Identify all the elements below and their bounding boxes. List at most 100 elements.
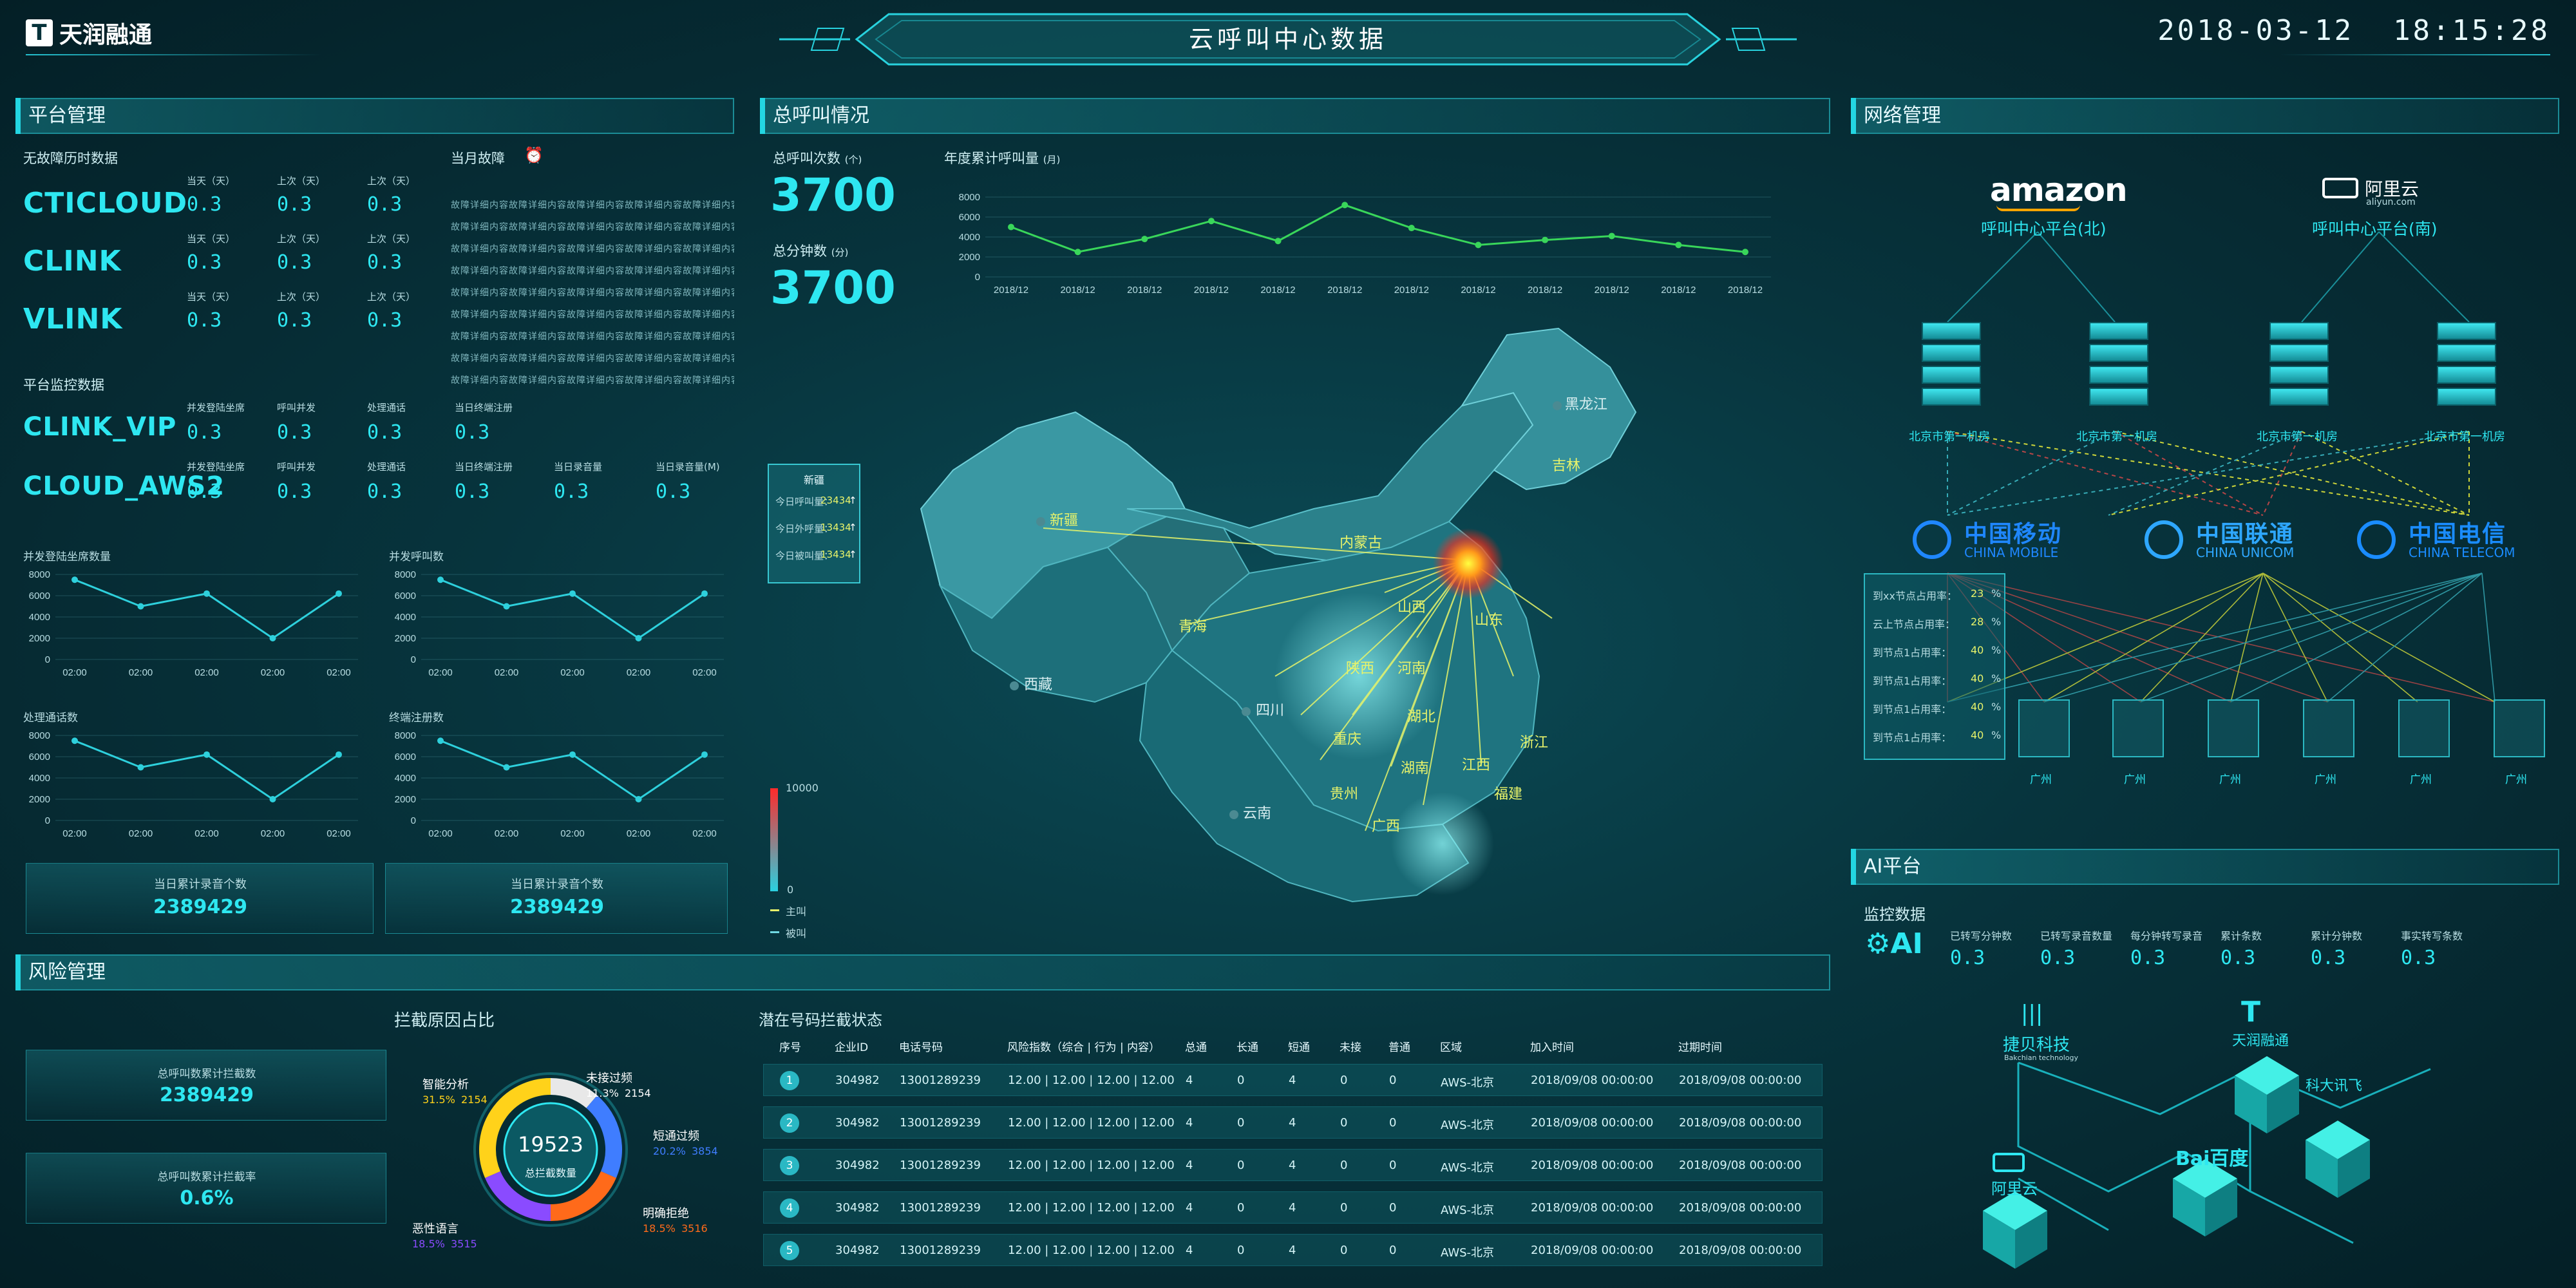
year-call-chart: 8000 6000 4000 2000 0 2018/12 2018/12 2018/12 20… [959, 192, 1771, 296]
monitor-label: 当日录音量 [554, 461, 603, 473]
table-cell: 4 [1289, 1201, 1296, 1215]
no-fault-title: 无故障历时数据 [23, 151, 118, 166]
switch-icon [2112, 699, 2164, 757]
system-col-label: 上次（天） [367, 175, 416, 187]
server-label: 北京市第一机房 [2076, 430, 2157, 444]
risk-total-label: 总呼叫数累计拦截数 [157, 1068, 256, 1081]
y-tick-label: 8000 [395, 730, 416, 741]
svg-text:山西: 山西 [1397, 599, 1426, 615]
table-cell: 304982 [835, 1244, 880, 1257]
system-value: 0.3 [367, 193, 402, 216]
data-point [1208, 218, 1215, 225]
donut-count: 3516 [681, 1222, 708, 1235]
server-unit [1922, 366, 1981, 384]
total-calls-label: 总呼叫次数 (个) [773, 151, 862, 166]
risk-total-value: 2389429 [159, 1084, 254, 1106]
usage-value: 40 [1971, 672, 1984, 685]
data-point [701, 751, 708, 758]
ai-metric-value: 0.3 [2311, 947, 2346, 969]
total-record-card-1: 当日累计录音个数 2389429 [26, 863, 374, 934]
x-tick-label: 02:00 [129, 828, 153, 839]
data-point [269, 635, 276, 641]
row-index-badge: 5 [780, 1241, 799, 1260]
usage-value: 40 [1971, 729, 1984, 741]
row-index-badge: 2 [780, 1113, 799, 1133]
switch-label: 广州 [2030, 773, 2052, 786]
monitor-value: 0.3 [277, 480, 312, 503]
table-cell: 2018/09/08 00:00:00 [1679, 1074, 1802, 1087]
x-tick-label: 2018/12 [1728, 285, 1763, 296]
row-index-badge: 1 [780, 1071, 799, 1090]
total-minutes-label: 总分钟数 (分) [773, 243, 849, 259]
monitor-label: 并发登陆坐席 [187, 461, 245, 473]
usage-value: 40 [1971, 701, 1984, 713]
usage-panel: 到xx节点占用率： 23% 云上节点占用率： 28% 到节点1占用率： 40% 到节点1占用… [1864, 573, 2005, 760]
server-unit [2089, 388, 2148, 406]
table-row[interactable]: 3 304982 13001289239 12.00 | 12.00 | 12.00 … [763, 1149, 1823, 1181]
partner-tianrun: 天润融通 [2232, 1033, 2289, 1049]
data-point [1608, 232, 1615, 240]
x-tick-label: 02:00 [495, 667, 519, 678]
x-tick-label: 2018/12 [1461, 285, 1495, 296]
y-tick-label: 2000 [395, 633, 416, 644]
table-cell: 0 [1340, 1074, 1348, 1087]
data-point [1074, 249, 1081, 256]
y-tick-label: 0 [411, 815, 416, 826]
table-cell: 12.00 | 12.00 | 12.00 | 12.00 [1008, 1074, 1175, 1087]
svg-text:湖北: 湖北 [1407, 708, 1435, 724]
table-row[interactable]: 5 304982 13001289239 12.00 | 12.00 | 12.00 … [763, 1234, 1823, 1266]
switch-icon [2398, 699, 2450, 757]
fault-line: 故障详细内容故障详细内容故障详细内容故障详细内容故障详细内容故障 [451, 288, 734, 298]
table-cell: 2018/09/08 00:00:00 [1679, 1159, 1802, 1172]
server-icon [1919, 322, 1984, 419]
table-header: 过期时间 [1678, 1041, 1722, 1054]
mini-chart-title: 终端注册数 [389, 712, 444, 724]
series-line [74, 578, 339, 639]
partner-jiebei: 捷贝科技 [2003, 1036, 2070, 1055]
y-tick-label: 6000 [29, 752, 50, 762]
usage-value: 28 [1971, 616, 1984, 628]
table-row[interactable]: 2 304982 13001289239 12.00 | 12.00 | 12.00 … [763, 1106, 1823, 1139]
carrier-2-icon [2145, 520, 2183, 559]
table-cell: 0 [1389, 1074, 1397, 1087]
system-col-label: 上次（天） [277, 175, 326, 187]
risk-header: 风险管理 [15, 954, 1830, 990]
data-point [71, 576, 78, 583]
svg-text:吉林: 吉林 [1552, 457, 1580, 473]
usage-label: 到节点1占用率： [1873, 703, 1952, 715]
ai-metric-label: 每分钟转写录音 [2130, 930, 2203, 942]
server-unit [2269, 366, 2329, 384]
table-header: 加入时间 [1530, 1041, 1574, 1054]
platform-header: 平台管理 [15, 98, 734, 134]
table-row[interactable]: 4 304982 13001289239 12.00 | 12.00 | 12.00 … [763, 1191, 1823, 1224]
table-row[interactable]: 1 304982 13001289239 12.00 | 12.00 | 12.00 … [763, 1064, 1823, 1096]
table-header: 电话号码 [899, 1041, 943, 1054]
header-line-right [2280, 54, 2550, 55]
y-tick-label: 6000 [395, 752, 416, 762]
table-cell: 13001289239 [900, 1116, 981, 1130]
table-header: 短通 [1288, 1041, 1310, 1054]
y-tick-label: 8000 [395, 569, 416, 580]
data-point [1675, 242, 1682, 249]
fault-line: 故障详细内容故障详细内容故障详细内容故障详细内容故障详细内容故障 [451, 354, 734, 364]
switch-icon [2494, 699, 2545, 757]
server-unit [2437, 322, 2496, 340]
table-cell: 12.00 | 12.00 | 12.00 | 12.00 [1008, 1244, 1175, 1257]
table-header: 未接 [1340, 1041, 1361, 1054]
data-point [569, 751, 576, 758]
monitor-label: 当日录音量(M) [656, 461, 720, 473]
network-header: 网络管理 [1851, 98, 2559, 134]
y-tick-label: 4000 [29, 612, 50, 623]
svg-text:河南: 河南 [1397, 660, 1426, 676]
total-minutes-value: 3700 [770, 261, 896, 314]
table-cell: 12.00 | 12.00 | 12.00 | 12.00 [1008, 1116, 1175, 1130]
data-point [1408, 225, 1415, 232]
switch-label: 广州 [2124, 773, 2146, 786]
ai-partner-diagram [1983, 1056, 2431, 1269]
total-value: 2389429 [509, 896, 605, 918]
y-tick-label: 0 [975, 272, 980, 283]
mini-chart-title: 并发呼叫数 [389, 551, 444, 564]
carrier-cn: 中国移动 [1964, 521, 2063, 547]
total-record-card-2: 当日累计录音个数 2389429 [385, 863, 728, 934]
usage-unit: % [1991, 672, 2002, 685]
